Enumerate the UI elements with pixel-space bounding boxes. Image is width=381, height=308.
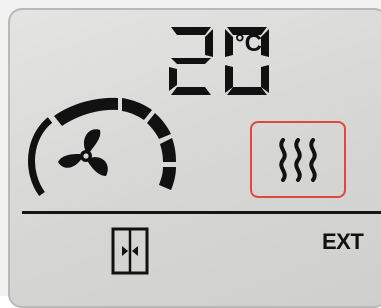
fan-level-segment-4 <box>160 138 176 162</box>
fan-icon <box>58 129 108 176</box>
temperature-unit: °C <box>235 30 262 57</box>
divider-line <box>22 211 381 214</box>
heat-waves-icon <box>279 137 317 182</box>
fan-level-segment-5 <box>159 167 176 190</box>
heat-mode-button[interactable] <box>250 121 346 198</box>
sliding-door-icon[interactable] <box>110 227 150 275</box>
ext-label[interactable]: EXT <box>322 229 364 255</box>
fan-level-segment-3 <box>147 113 171 139</box>
fan-level-segment-2 <box>122 98 152 120</box>
digit-2 <box>169 27 213 95</box>
fan-speed-gauge[interactable] <box>20 86 180 201</box>
fan-level-segment-1 <box>54 97 118 126</box>
gauge-left-bracket <box>28 117 53 197</box>
fan-level-segments <box>54 97 176 190</box>
